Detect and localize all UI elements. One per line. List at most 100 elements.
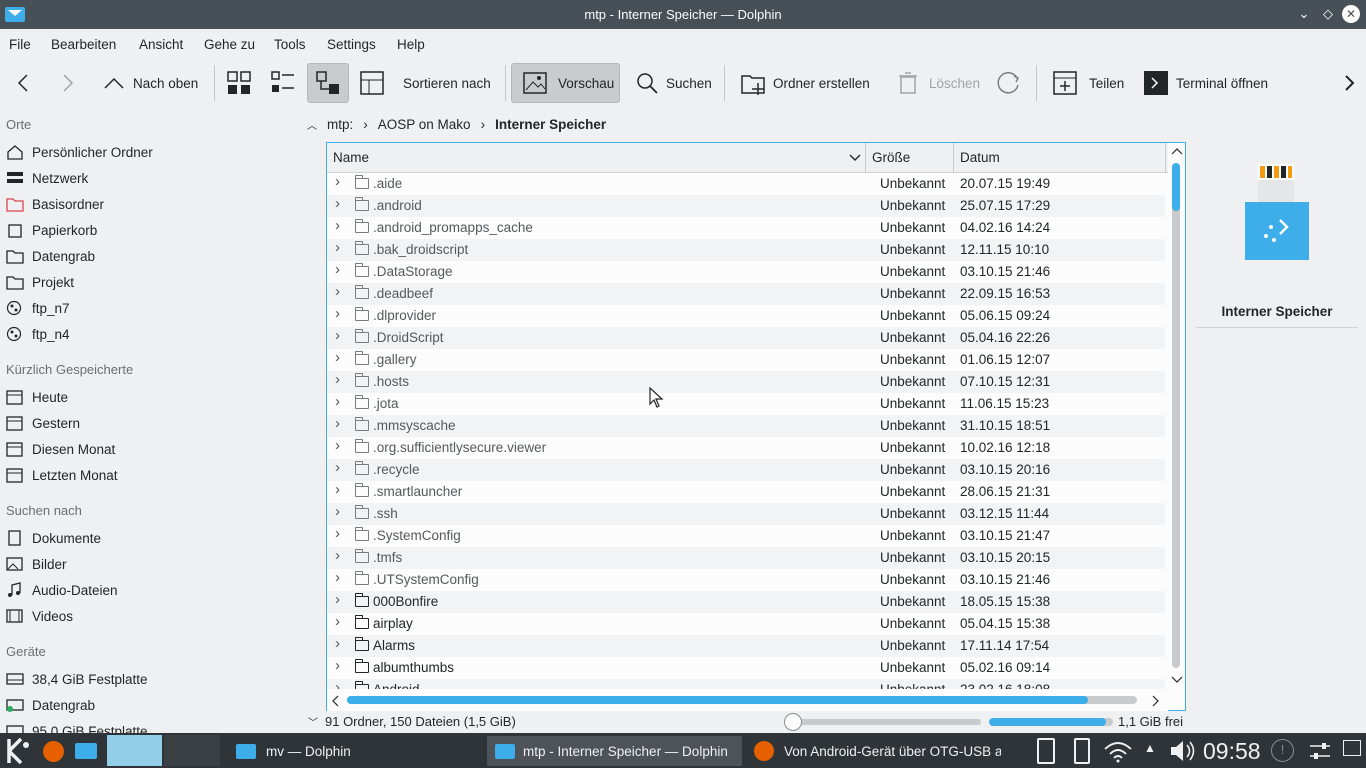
table-row[interactable]: › .ssh Unbekannt 03.12.15 11:44 (327, 503, 1165, 525)
expand-chevron-icon[interactable]: › (335, 679, 345, 689)
search-documents[interactable]: Dokumente (6, 526, 296, 550)
search-audio[interactable]: Audio-Dateien (6, 578, 296, 602)
icons-view-button[interactable] (226, 63, 254, 103)
share-button[interactable]: Teilen (1052, 63, 1127, 103)
table-row[interactable]: › airplay Unbekannt 05.04.15 15:38 (327, 613, 1165, 635)
menu-tools[interactable]: Tools (274, 37, 306, 52)
minimize-button[interactable]: ⌄ (1295, 5, 1313, 23)
maximize-button[interactable]: ◇ (1319, 5, 1337, 23)
forward-button[interactable] (55, 63, 79, 103)
column-divider[interactable] (865, 143, 866, 173)
menu-file[interactable]: File (9, 37, 31, 52)
recent-today[interactable]: Heute (6, 385, 296, 409)
expand-chevron-icon[interactable]: › (335, 613, 345, 630)
terminal-button[interactable]: Terminal öffnen (1143, 63, 1278, 103)
table-row[interactable]: › .DroidScript Unbekannt 05.04.16 22:26 (327, 327, 1165, 349)
kdeconnect-icon[interactable] (1074, 738, 1090, 764)
expand-chevron-icon[interactable]: › (335, 371, 345, 388)
table-row[interactable]: › .android Unbekannt 25.07.15 17:29 (327, 195, 1165, 217)
expand-chevron-icon[interactable]: › (335, 525, 345, 542)
menu-view[interactable]: Ansicht (139, 37, 183, 52)
table-row[interactable]: › .org.sufficientlysecure.viewer Unbekannt… (327, 437, 1165, 459)
expand-chevron-icon[interactable]: › (335, 437, 345, 454)
crumb-device[interactable]: AOSP on Mako (378, 117, 471, 132)
back-button[interactable] (12, 63, 36, 103)
expand-chevron-icon[interactable]: › (335, 217, 345, 234)
column-size[interactable]: Größe (872, 150, 910, 165)
chevron-down-icon[interactable]: ﹀ (308, 714, 318, 729)
pager-desktop-1[interactable] (107, 735, 162, 766)
recent-yesterday[interactable]: Gestern (6, 411, 296, 435)
panel-settings-icon[interactable] (1308, 740, 1332, 762)
sort-descending-icon[interactable] (849, 154, 861, 162)
search-videos[interactable]: Videos (6, 604, 296, 628)
place-network[interactable]: Netzwerk (6, 166, 296, 190)
column-name[interactable]: Name (333, 150, 369, 165)
place-trash[interactable]: Papierkorb (6, 218, 296, 242)
table-row[interactable]: › .recycle Unbekannt 03.10.15 20:16 (327, 459, 1165, 481)
expand-chevron-icon[interactable]: › (335, 261, 345, 278)
compact-view-button[interactable] (270, 63, 298, 103)
expand-chevron-icon[interactable]: › (335, 481, 345, 498)
expand-chevron-icon[interactable]: › (335, 657, 345, 674)
task-firefox[interactable]: Von Android-Gerät über OTG-USB an (746, 736, 1001, 766)
tray-expand-icon[interactable]: ▲ (1144, 741, 1156, 755)
file-view[interactable]: Name Größe Datum › .aide Unbekannt 20.07.15… (326, 142, 1186, 711)
volume-icon[interactable] (1168, 739, 1198, 763)
table-row[interactable]: › albumthumbs Unbekannt 05.02.16 09:14 (327, 657, 1165, 679)
place-datengrab[interactable]: Datengrab (6, 244, 296, 268)
table-row[interactable]: › .UTSystemConfig Unbekannt 03.10.15 21:46 (327, 569, 1165, 591)
crumb-current[interactable]: Interner Speicher (495, 117, 606, 132)
place-ftp-n4[interactable]: ftp_n4 (6, 322, 296, 346)
table-row[interactable]: › .hosts Unbekannt 07.10.15 12:31 (327, 371, 1165, 393)
expand-chevron-icon[interactable]: › (335, 591, 345, 608)
table-row[interactable]: › .bak_droidscript Unbekannt 12.11.15 10:10 (327, 239, 1165, 261)
expand-chevron-icon[interactable]: › (335, 173, 345, 190)
table-row[interactable]: › .dlprovider Unbekannt 05.06.15 09:24 (327, 305, 1165, 327)
menu-go[interactable]: Gehe zu (204, 37, 255, 52)
scroll-down-icon[interactable] (1171, 676, 1183, 684)
expand-chevron-icon[interactable]: › (335, 349, 345, 366)
expand-chevron-icon[interactable]: › (335, 305, 345, 322)
hscroll-thumb[interactable] (347, 696, 1088, 704)
table-row[interactable]: › .gallery Unbekannt 01.06.15 12:07 (327, 349, 1165, 371)
table-row[interactable]: › .SystemConfig Unbekannt 03.10.15 21:47 (327, 525, 1165, 547)
horizontal-scrollbar[interactable] (327, 689, 1168, 711)
device-notifier-icon[interactable] (1037, 738, 1055, 764)
place-root[interactable]: Basisordner (6, 192, 296, 216)
table-row[interactable]: › .tmfs Unbekannt 03.10.15 20:15 (327, 547, 1165, 569)
expand-chevron-icon[interactable]: › (335, 503, 345, 520)
place-home[interactable]: Persönlicher Ordner (6, 140, 296, 164)
scroll-left-icon[interactable] (331, 695, 339, 707)
table-row[interactable]: › 000Bonfire Unbekannt 18.05.15 15:38 (327, 591, 1165, 613)
table-row[interactable]: › .aide Unbekannt 20.07.15 19:49 (327, 173, 1165, 195)
delete-button[interactable]: Löschen (896, 63, 981, 103)
table-row[interactable]: › .jota Unbekannt 11.06.15 15:23 (327, 393, 1165, 415)
column-date[interactable]: Datum (960, 150, 1000, 165)
up-button[interactable]: Nach oben (102, 63, 204, 103)
preview-button[interactable]: Vorschau (511, 63, 620, 103)
scroll-thumb[interactable] (1172, 163, 1180, 211)
device-datengrab[interactable]: Datengrab (6, 693, 296, 717)
place-projekt[interactable]: Projekt (6, 270, 296, 294)
expand-chevron-icon[interactable]: › (335, 635, 345, 652)
expand-chevron-icon[interactable]: › (335, 327, 345, 344)
zoom-slider-handle[interactable] (784, 713, 802, 731)
show-desktop-icon[interactable] (1343, 740, 1361, 760)
expand-chevron-icon[interactable]: › (335, 239, 345, 256)
mail-launcher-icon[interactable] (75, 743, 97, 759)
table-row[interactable]: › .android_promapps_cache Unbekannt 04.02.1… (327, 217, 1165, 239)
table-row[interactable]: › .deadbeef Unbekannt 22.09.15 16:53 (327, 283, 1165, 305)
expand-chevron-icon[interactable]: › (335, 459, 345, 476)
menu-settings[interactable]: Settings (327, 37, 376, 52)
firefox-launcher-icon[interactable] (43, 741, 64, 762)
task-mtp-dolphin[interactable]: mtp - Interner Speicher — Dolphin (487, 736, 742, 766)
expand-chevron-icon[interactable]: › (335, 195, 345, 212)
device-disk-38[interactable]: 38,4 GiB Festplatte (6, 667, 296, 691)
expand-chevron-icon[interactable]: › (335, 283, 345, 300)
menu-edit[interactable]: Bearbeiten (51, 37, 116, 52)
expand-chevron-icon[interactable]: › (335, 415, 345, 432)
crumb-mtp[interactable]: mtp: (327, 117, 353, 132)
vertical-scrollbar[interactable] (1168, 143, 1185, 689)
reload-button[interactable] (996, 63, 1024, 103)
